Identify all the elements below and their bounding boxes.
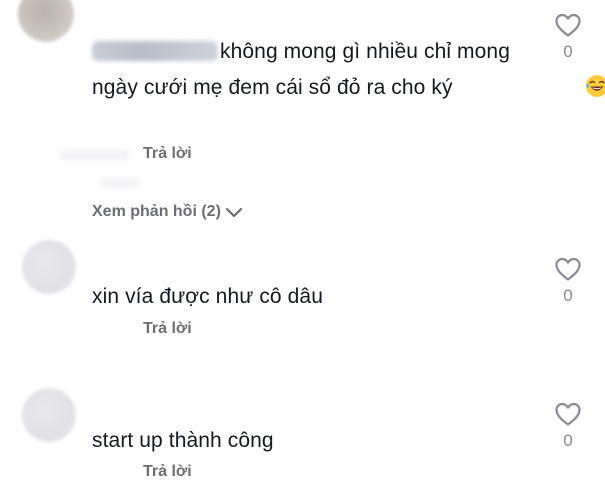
reply-button[interactable]: Trả lời: [143, 320, 192, 338]
faint-artifact: [100, 178, 140, 188]
avatar[interactable]: [22, 240, 76, 294]
like-control: 0: [548, 12, 588, 62]
like-control: 0: [548, 401, 588, 451]
laughing-tears-emoji: [457, 74, 605, 98]
like-count: 0: [563, 286, 573, 305]
like-control: 0: [548, 256, 588, 306]
view-replies-button[interactable]: Xem phản hồi (2): [92, 203, 245, 221]
avatar[interactable]: [22, 388, 76, 442]
heart-outline-icon[interactable]: [554, 401, 582, 427]
like-count: 0: [563, 42, 573, 61]
like-count: 0: [563, 431, 573, 450]
comment-text: không mong gì nhiều chỉ mong ngày cưới m…: [92, 34, 605, 106]
comment-text-content: không mong gì nhiều chỉ mong ngày cưới m…: [92, 40, 510, 99]
reply-button[interactable]: Trả lời: [143, 463, 192, 481]
comment-list: không mong gì nhiều chỉ mong ngày cưới m…: [0, 0, 605, 496]
avatar[interactable]: [18, 0, 74, 42]
view-replies-label: Xem phản hồi (2): [92, 203, 221, 220]
reply-button[interactable]: Trả lời: [143, 145, 192, 163]
comment-text: xin vía được như cô dâu: [92, 285, 323, 308]
heart-outline-icon[interactable]: [554, 256, 582, 282]
chevron-down-icon: [225, 207, 243, 218]
heart-outline-icon[interactable]: [554, 12, 582, 38]
faint-artifact: [60, 150, 130, 160]
comment-text: start up thành công: [92, 429, 274, 452]
